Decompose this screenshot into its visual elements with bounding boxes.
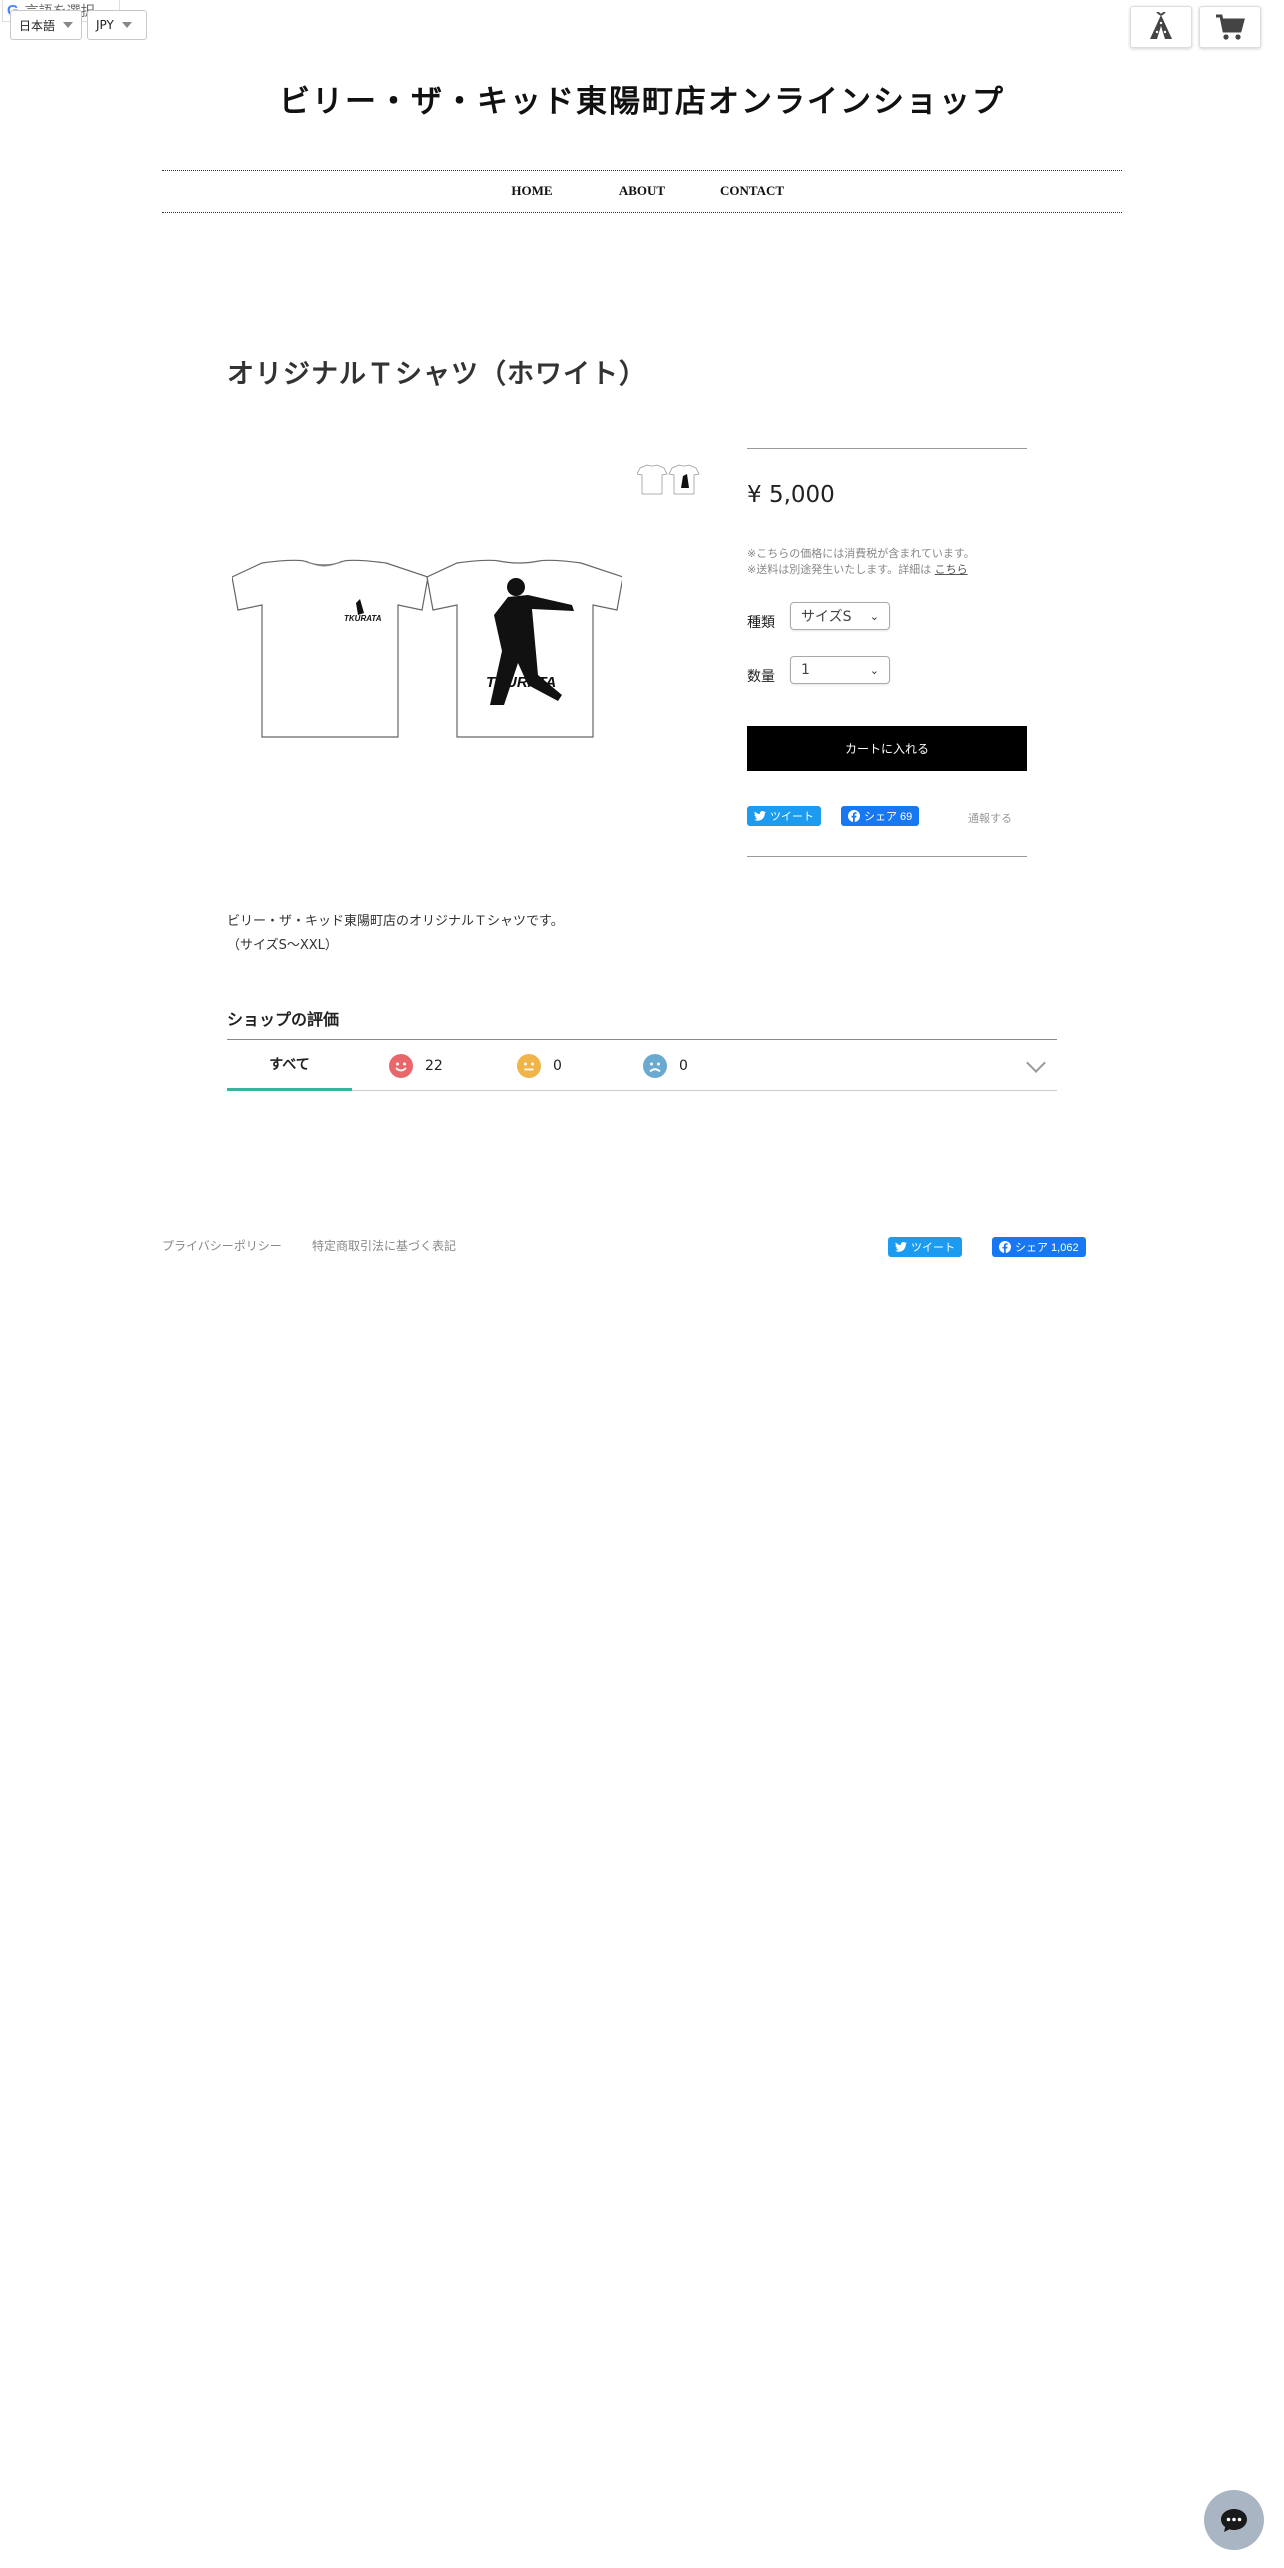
- add-to-cart-button[interactable]: カートに入れる: [747, 726, 1027, 771]
- chevron-down-icon: ⌄: [869, 609, 879, 623]
- nav-home[interactable]: HOME: [477, 172, 587, 210]
- quantity-select-value: 1: [801, 662, 810, 678]
- nav-bottom-rule: [162, 212, 1122, 213]
- product-price: ¥ 5,000: [747, 482, 835, 508]
- bad-count: 0: [679, 1057, 688, 1074]
- chevron-down-icon[interactable]: [1026, 1053, 1046, 1073]
- smile-face-icon: [389, 1053, 413, 1078]
- cart-button[interactable]: [1199, 6, 1261, 48]
- footer-tweet-button[interactable]: ツイート: [888, 1237, 962, 1257]
- info-bottom-rule: [747, 856, 1027, 857]
- caret-down-icon: [121, 22, 132, 28]
- twitter-bird-icon: [895, 1242, 907, 1252]
- description-line-2: （サイズS～XXL）: [227, 938, 338, 953]
- description-line-1: ビリー・ザ・キッド東陽町店のオリジナルＴシャツです。: [227, 914, 564, 929]
- language-select[interactable]: 日本語: [10, 10, 82, 40]
- tent-icon: [1150, 12, 1172, 39]
- cart-icon: [1216, 14, 1245, 40]
- neutral-face-icon: [517, 1053, 541, 1078]
- product-title: オリジナルＴシャツ（ホワイト）: [227, 359, 647, 390]
- good-count: 22: [425, 1057, 443, 1074]
- currency-select[interactable]: JPY: [87, 10, 147, 40]
- twitter-bird-icon: [754, 811, 766, 821]
- quantity-label: 数量: [747, 669, 775, 685]
- chevron-down-icon: ⌄: [869, 663, 879, 677]
- tweet-button[interactable]: ツイート: [747, 806, 821, 826]
- footer-tweet-label: ツイート: [911, 1242, 955, 1254]
- product-main-image[interactable]: TKURATA TKURATA: [232, 555, 622, 745]
- reviews-title: ショップの評価: [227, 1010, 340, 1029]
- reviews-tab-all[interactable]: すべて: [227, 1040, 352, 1091]
- reviews-tab-neutral[interactable]: 0: [517, 1040, 562, 1091]
- currency-value: JPY: [96, 18, 114, 32]
- shop-title: ビリー・ザ・キッド東陽町店オンラインショップ: [279, 84, 1005, 120]
- info-top-rule: [747, 448, 1027, 449]
- nav-top-rule: [162, 170, 1122, 171]
- product-description: ビリー・ザ・キッド東陽町店のオリジナルＴシャツです。 （サイズS～XXL）: [227, 910, 564, 958]
- product-thumbnail[interactable]: [637, 464, 702, 496]
- report-link[interactable]: 通報する: [968, 810, 1012, 826]
- share-label: シェア 69: [864, 811, 913, 823]
- nav-contact[interactable]: CONTACT: [697, 172, 807, 210]
- facebook-share-button[interactable]: シェア 69: [841, 806, 920, 826]
- tax-note-text: ※送料は別途発生いたします。詳細は: [747, 563, 932, 576]
- caret-down-icon: [63, 22, 73, 28]
- chat-button[interactable]: [1204, 2490, 1264, 2550]
- privacy-policy-link[interactable]: プライバシーポリシー: [162, 1237, 282, 1254]
- back-silhouette-text: TKURATA: [486, 674, 556, 691]
- reviews-tab-bad[interactable]: 0: [643, 1040, 688, 1091]
- nav-about[interactable]: ABOUT: [587, 172, 697, 210]
- reviews-tab-good[interactable]: 22: [389, 1040, 443, 1091]
- tax-note-line-1: ※こちらの価格には消費税が含まれています。: [747, 547, 975, 560]
- tax-note-line-2: ※送料は別途発生いたします。詳細は こちら: [747, 562, 975, 578]
- footer-share-label: シェア 1,062: [1015, 1242, 1079, 1254]
- neutral-count: 0: [553, 1057, 562, 1074]
- footer-facebook-share-button[interactable]: シェア 1,062: [992, 1237, 1086, 1257]
- chat-bubble-icon: [1221, 2509, 1247, 2532]
- size-select-value: サイズS: [801, 609, 852, 625]
- sad-face-icon: [643, 1053, 667, 1078]
- option-label: 種類: [747, 615, 775, 631]
- shipping-details-link[interactable]: こちら: [935, 563, 968, 576]
- front-logo-text: TKURATA: [344, 614, 382, 623]
- size-select[interactable]: サイズS ⌄: [790, 602, 890, 630]
- language-value: 日本語: [19, 18, 56, 33]
- reviews-tabs: すべて 22 0 0: [227, 1039, 1057, 1091]
- quantity-select[interactable]: 1 ⌄: [790, 656, 890, 684]
- tweet-label: ツイート: [770, 811, 814, 823]
- facebook-icon: [999, 1241, 1011, 1253]
- tent-button[interactable]: [1130, 6, 1192, 48]
- tax-note: ※こちらの価格には消費税が含まれています。 ※送料は別途発生いたします。詳細は …: [747, 546, 975, 578]
- legal-notice-link[interactable]: 特定商取引法に基づく表記: [312, 1237, 456, 1254]
- facebook-icon: [848, 810, 860, 822]
- main-nav: HOME ABOUT CONTACT: [162, 172, 1122, 210]
